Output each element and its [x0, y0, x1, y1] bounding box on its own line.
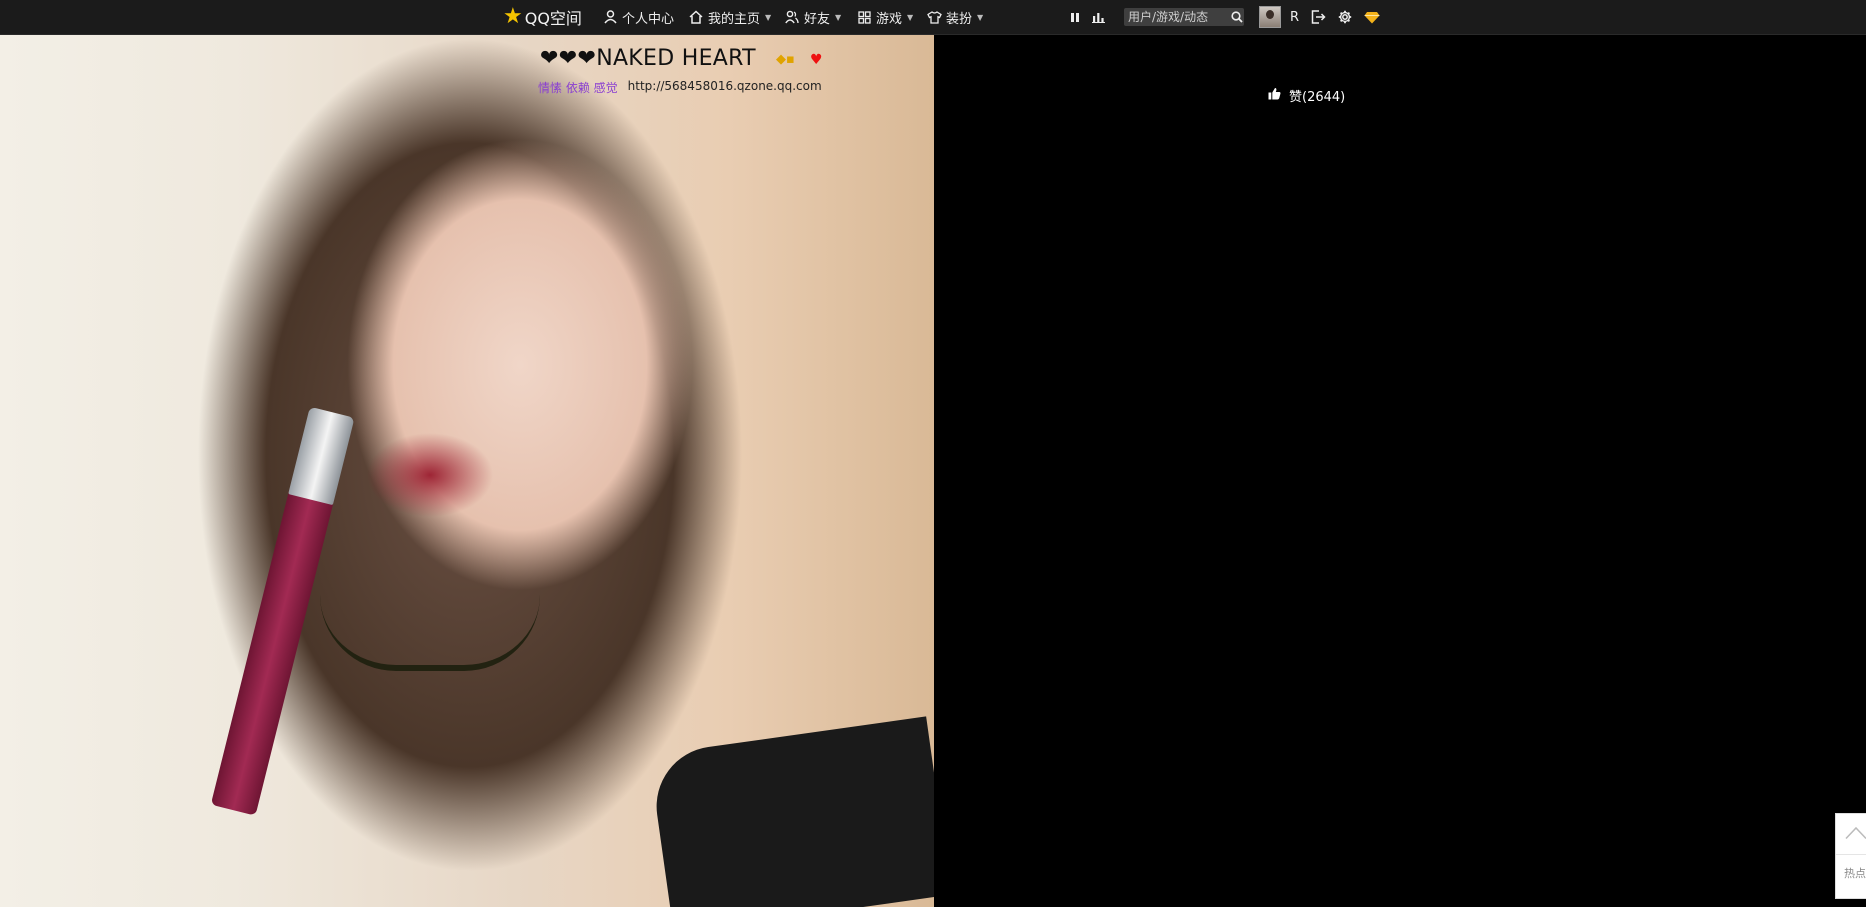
friends-icon	[784, 9, 800, 25]
star-icon: ★	[503, 4, 523, 29]
logo-label: QQ空间	[524, 9, 582, 28]
search-input[interactable]	[1124, 8, 1230, 26]
diamond-vip-icon[interactable]	[1364, 9, 1380, 25]
hot-topics-link[interactable]: 热点	[1836, 855, 1866, 881]
nav-label: 游戏	[876, 11, 903, 27]
heart-badge-icon[interactable]: ♥	[810, 52, 828, 68]
space-subtitle: 情愫 依赖 感觉 http://568458016.qzone.qq.com	[538, 79, 822, 96]
title-badges: ◆▪ ♥	[776, 52, 828, 68]
space-url[interactable]: http://568458016.qzone.qq.com	[628, 79, 822, 96]
chevron-up-icon	[1845, 825, 1866, 844]
chevron-down-icon: ▼	[765, 12, 772, 22]
user-icon	[602, 9, 618, 25]
nav-label: 好友	[804, 11, 831, 27]
like-count: 赞(2644)	[1289, 90, 1346, 105]
chevron-down-icon: ▼	[977, 12, 984, 22]
equalizer-icon[interactable]	[1090, 9, 1106, 25]
nav-personal-center[interactable]: 个人中心	[602, 0, 674, 34]
level-badge-icon[interactable]: ◆▪	[776, 52, 800, 68]
like-button[interactable]: 赞(2644)	[1268, 86, 1345, 105]
shirt-icon	[926, 9, 942, 25]
back-to-top-button[interactable]	[1836, 814, 1866, 855]
nav-label: 个人中心	[622, 11, 675, 27]
search-icon[interactable]	[1230, 9, 1244, 25]
chevron-down-icon: ▼	[835, 12, 842, 22]
photo-detail-choker	[320, 595, 540, 671]
photo-detail-strap	[648, 716, 934, 907]
space-description: 情愫 依赖 感觉	[538, 81, 618, 95]
gear-icon[interactable]	[1337, 9, 1353, 25]
avatar[interactable]	[1259, 6, 1281, 28]
logout-icon[interactable]	[1310, 9, 1326, 25]
qzone-logo[interactable]: ★ QQ空间	[503, 0, 582, 34]
nav-my-homepage[interactable]: 我的主页 ▼	[688, 0, 771, 34]
nav-dressup[interactable]: 装扮 ▼	[926, 0, 983, 34]
nav-games[interactable]: 游戏 ▼	[856, 0, 913, 34]
user-initial[interactable]: R	[1290, 0, 1299, 34]
nav-label: 我的主页	[708, 11, 761, 27]
nav-label: 装扮	[946, 11, 973, 27]
chevron-down-icon: ▼	[907, 12, 914, 22]
nav-friends[interactable]: 好友 ▼	[784, 0, 841, 34]
floating-side-panel: 热点	[1835, 813, 1866, 899]
cover-photo	[0, 35, 934, 907]
pause-icon[interactable]	[1067, 9, 1083, 25]
space-title: ❤❤❤NAKED HEART	[540, 46, 756, 71]
top-navigation-bar: ★ QQ空间 个人中心 我的主页 ▼ 好友 ▼ 游戏 ▼ 装扮 ▼ 用户/游戏/…	[0, 0, 1866, 35]
apps-grid-icon	[856, 9, 872, 25]
search-box	[1124, 8, 1244, 26]
home-icon	[688, 9, 704, 25]
photo-detail-lipstick	[210, 484, 336, 816]
thumbs-up-icon	[1268, 87, 1281, 104]
